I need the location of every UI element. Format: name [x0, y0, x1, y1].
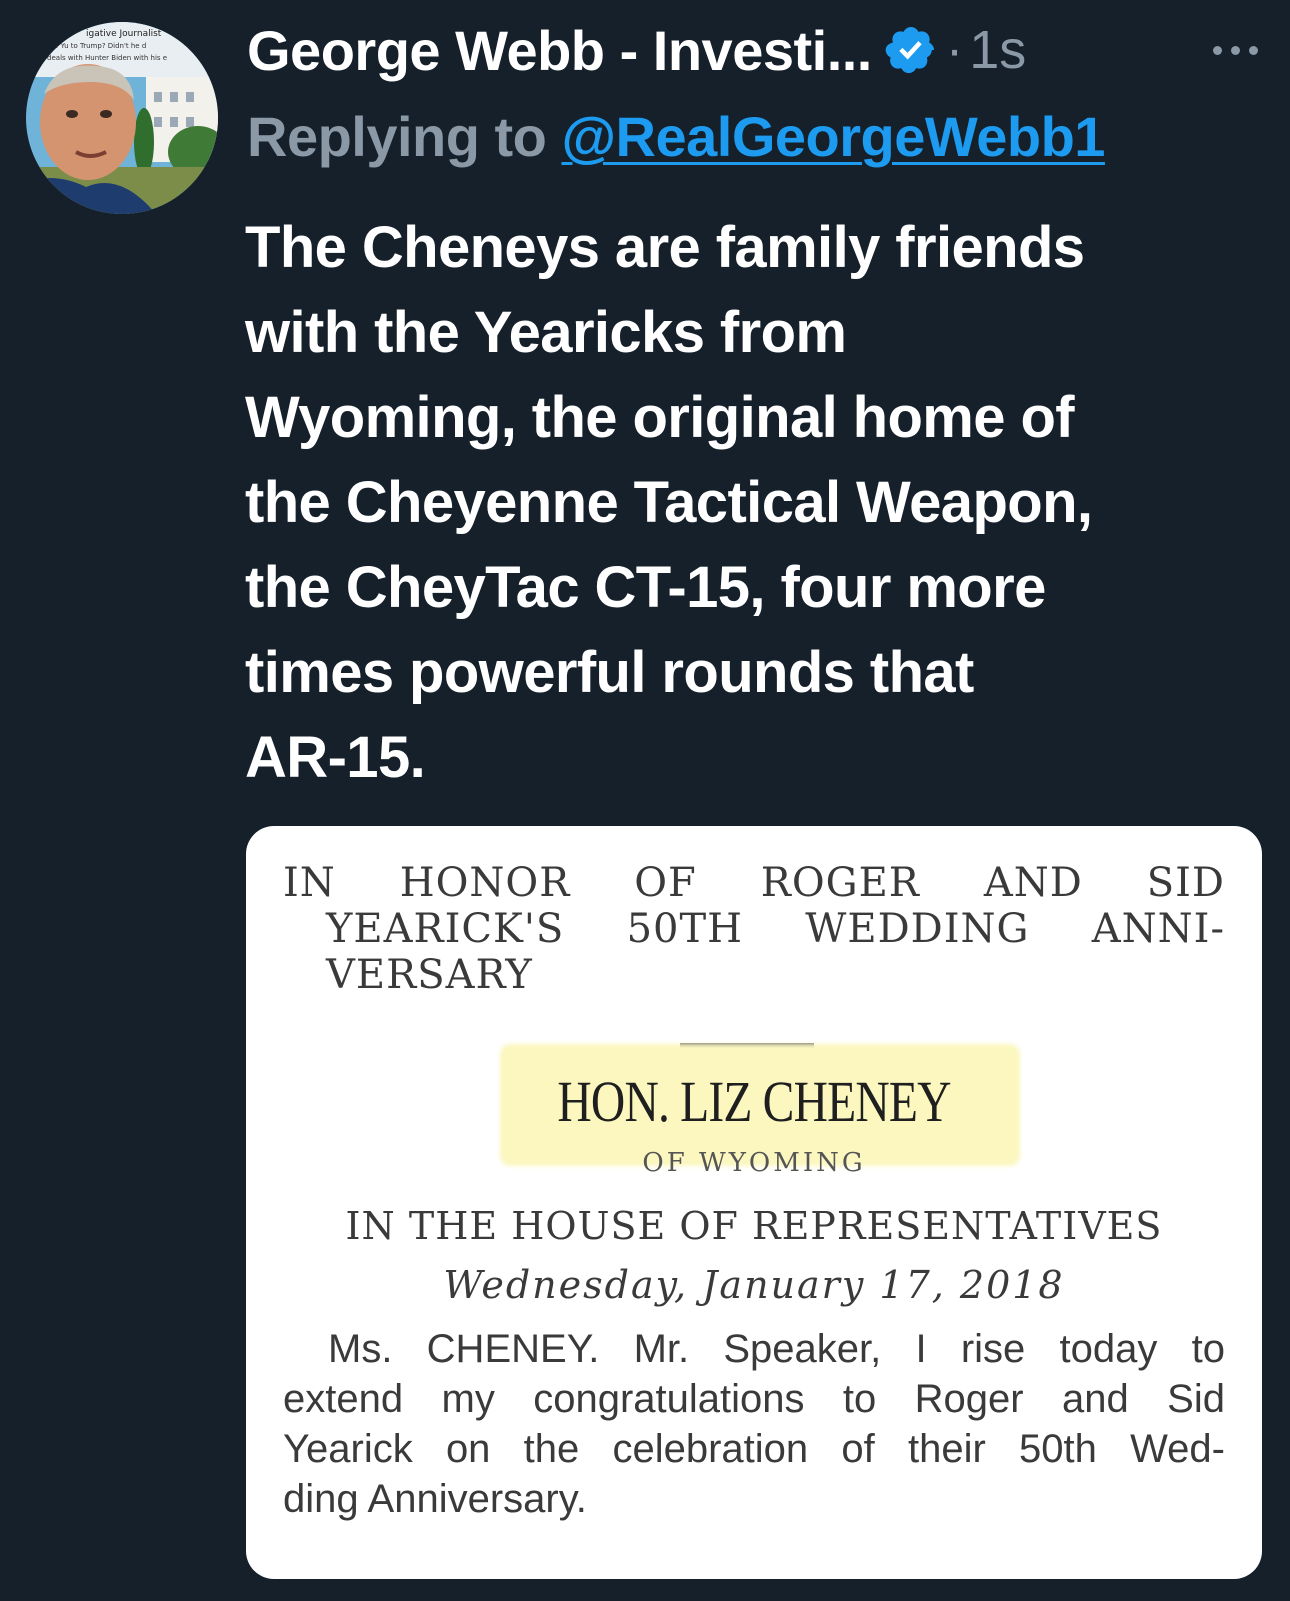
- verified-badge-icon[interactable]: [884, 23, 938, 77]
- reply-prefix: Replying to: [247, 105, 562, 168]
- tweet-header: George Webb - Investi... · 1s: [247, 14, 1026, 86]
- speech-text: Ms. CHENEY. Mr. Speaker, I rise today to…: [283, 1324, 1225, 1524]
- tweet-text-line: times powerful rounds that: [245, 640, 974, 705]
- avatar-photo: igative Journalist ame of Yu to Trump? D…: [26, 22, 218, 214]
- time-separator: ·: [945, 21, 964, 79]
- speech-line: Ms. CHENEY. Mr. Speaker, I rise today to: [328, 1327, 1225, 1371]
- honoree-state: OF WYOMING: [642, 1148, 866, 1178]
- congressional-record-clipping: IN HONOR OF ROGER AND SID YEARICK'S 50TH…: [246, 826, 1262, 1579]
- record-date: Wednesday, January 17, 2018: [443, 1263, 1065, 1307]
- clipping-title-line: YEARICK'S 50TH WEDDING ANNI-: [326, 906, 1225, 952]
- reply-handle-link[interactable]: @RealGeorgeWebb1: [561, 105, 1105, 168]
- clipping-title-line: IN HONOR OF ROGER AND SID: [283, 860, 1225, 906]
- tweet-text-line: AR-15.: [245, 725, 426, 790]
- tweet-text-line: the CheyTac CT-15, four more: [245, 555, 1046, 620]
- tweet-text-line: with the Yearicks from: [245, 300, 847, 365]
- avatar-tiny-text: ame of Yu to Trump? Didn't he d: [34, 42, 146, 50]
- display-name[interactable]: George Webb - Investi...: [247, 18, 872, 83]
- avatar-tiny-text: igative Journalist: [86, 29, 162, 39]
- chamber-heading: IN THE HOUSE OF REPRESENTATIVES: [345, 1204, 1163, 1248]
- speech-line: extend my congratulations to Roger and S…: [283, 1377, 1225, 1421]
- tweet-text-line: the Cheyenne Tactical Weapon,: [245, 470, 1093, 535]
- avatar[interactable]: igative Journalist ame of Yu to Trump? D…: [26, 22, 218, 214]
- speech-line: ding Anniversary.: [283, 1477, 587, 1521]
- tweet-text-line: The Cheneys are family friends: [245, 215, 1085, 280]
- tweet-text-line: Wyoming, the original home of: [245, 385, 1075, 450]
- clipping-title-line: VERSARY: [326, 952, 533, 998]
- attached-image[interactable]: IN HONOR OF ROGER AND SID YEARICK'S 50TH…: [246, 826, 1262, 1579]
- reply-context: Replying to @RealGeorgeWebb1: [247, 104, 1105, 169]
- tweet[interactable]: igative Journalist ame of Yu to Trump? D…: [0, 0, 1290, 1601]
- honoree-name: HON. LIZ CHENEY: [557, 1069, 951, 1134]
- timestamp[interactable]: 1s: [969, 19, 1026, 81]
- tweet-text: The Cheneys are family friends with the …: [245, 205, 1255, 800]
- more-options-icon[interactable]: [1207, 30, 1267, 70]
- avatar-tiny-text: pens deals with Hunter Biden with his e: [28, 54, 167, 62]
- speech-line: Yearick on the celebration of their 50th…: [283, 1427, 1225, 1471]
